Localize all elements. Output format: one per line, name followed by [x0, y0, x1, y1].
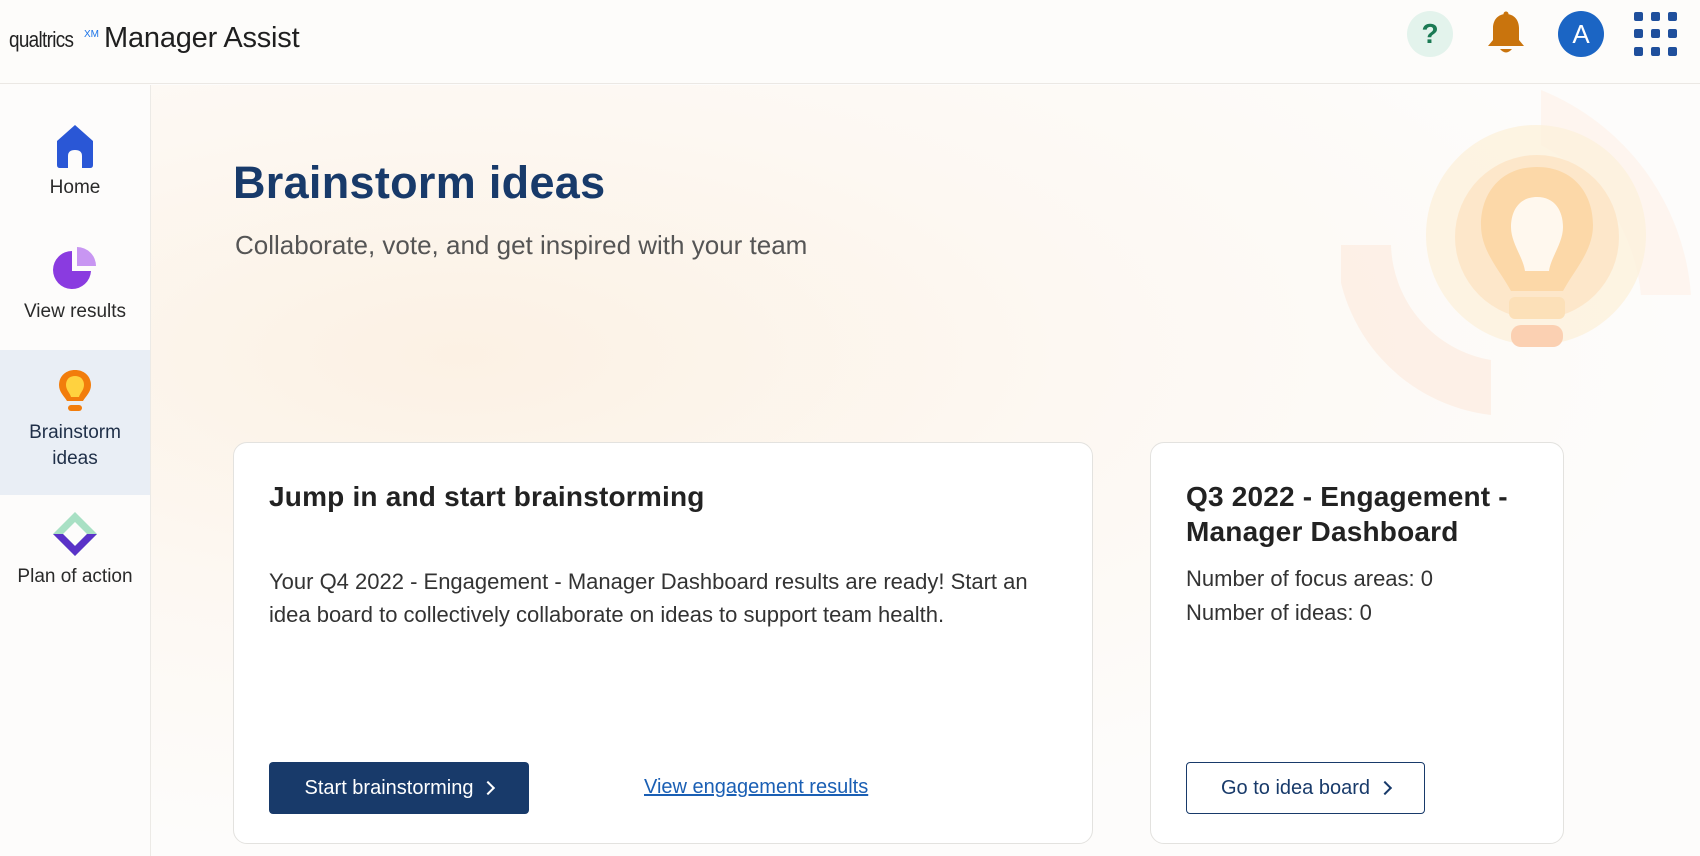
start-brainstorming-card: Jump in and start brainstorming Your Q4 …: [233, 442, 1093, 844]
sidebar-item-label: View results: [23, 301, 127, 322]
start-brainstorming-button[interactable]: Start brainstorming: [269, 762, 529, 814]
sidebar-item-label: Home: [49, 177, 101, 198]
brand[interactable]: qualtrics XM Manager Assist: [9, 22, 300, 55]
button-label: Go to idea board: [1221, 776, 1370, 799]
lightbulb-illustration-icon: [1341, 90, 1691, 415]
grid-dot-icon: [1634, 12, 1643, 21]
grid-dot-icon: [1651, 12, 1660, 21]
grid-dot-icon: [1668, 46, 1677, 56]
avatar[interactable]: A: [1558, 11, 1604, 57]
chevron-right-icon: [481, 780, 496, 796]
grid-dot-icon: [1668, 29, 1677, 39]
help-icon: ?: [1421, 18, 1439, 49]
chevron-right-icon: [1377, 780, 1393, 796]
focus-areas-count: Number of focus areas: 0: [1186, 566, 1434, 591]
page-subtitle: Collaborate, vote, and get inspired with…: [235, 230, 808, 260]
pie-chart-icon: [53, 247, 96, 289]
sidebar-item-view-results[interactable]: View results: [0, 245, 150, 345]
notifications-button[interactable]: [1484, 10, 1528, 58]
card-title: Q3 2022 - Engagement - Manager Dashboard: [1186, 481, 1508, 547]
page-title: Brainstorm ideas: [233, 157, 606, 208]
app-title: Manager Assist: [104, 22, 300, 54]
go-to-idea-board-button[interactable]: Go to idea board: [1186, 762, 1425, 814]
avatar-initial: A: [1572, 18, 1590, 49]
grid-dot-icon: [1651, 29, 1660, 39]
home-icon: [57, 125, 93, 168]
grid-dot-icon: [1634, 29, 1643, 39]
qualtrics-logo: qualtrics: [9, 27, 74, 52]
sidebar-item-plan-of-action[interactable]: Plan of action: [0, 510, 150, 610]
sidebar-item-label: Brainstorm ideas: [29, 422, 121, 469]
app-launcher-button[interactable]: [1634, 12, 1678, 56]
sidebar-item-brainstorm[interactable]: Brainstorm ideas: [0, 350, 150, 495]
view-engagement-results-link[interactable]: View engagement results: [644, 776, 868, 799]
grid-dot-icon: [1634, 46, 1643, 56]
diamond-plan-icon: [53, 512, 97, 556]
idea-board-card: Q3 2022 - Engagement - Manager Dashboard…: [1150, 442, 1564, 844]
grid-dot-icon: [1668, 12, 1677, 21]
grid-dot-icon: [1651, 46, 1660, 56]
main-content: Brainstorm ideas Collaborate, vote, and …: [151, 85, 1700, 856]
sidebar-item-label: Plan of action: [17, 566, 133, 587]
button-label: Start brainstorming: [304, 776, 474, 799]
xm-badge: XM: [84, 29, 99, 40]
card-description: Your Q4 2022 - Engagement - Manager Dash…: [269, 569, 1028, 627]
bell-icon: [1488, 11, 1524, 53]
top-bar: qualtrics XM Manager Assist ? A: [0, 0, 1700, 84]
sidebar-item-home[interactable]: Home: [0, 123, 150, 223]
lightbulb-icon: [59, 370, 91, 411]
ideas-count: Number of ideas: 0: [1186, 600, 1372, 625]
sidebar-nav: Home View results Brainstorm ideas Plan …: [0, 85, 151, 856]
card-title: Jump in and start brainstorming: [269, 481, 705, 512]
help-button[interactable]: ?: [1407, 11, 1453, 57]
